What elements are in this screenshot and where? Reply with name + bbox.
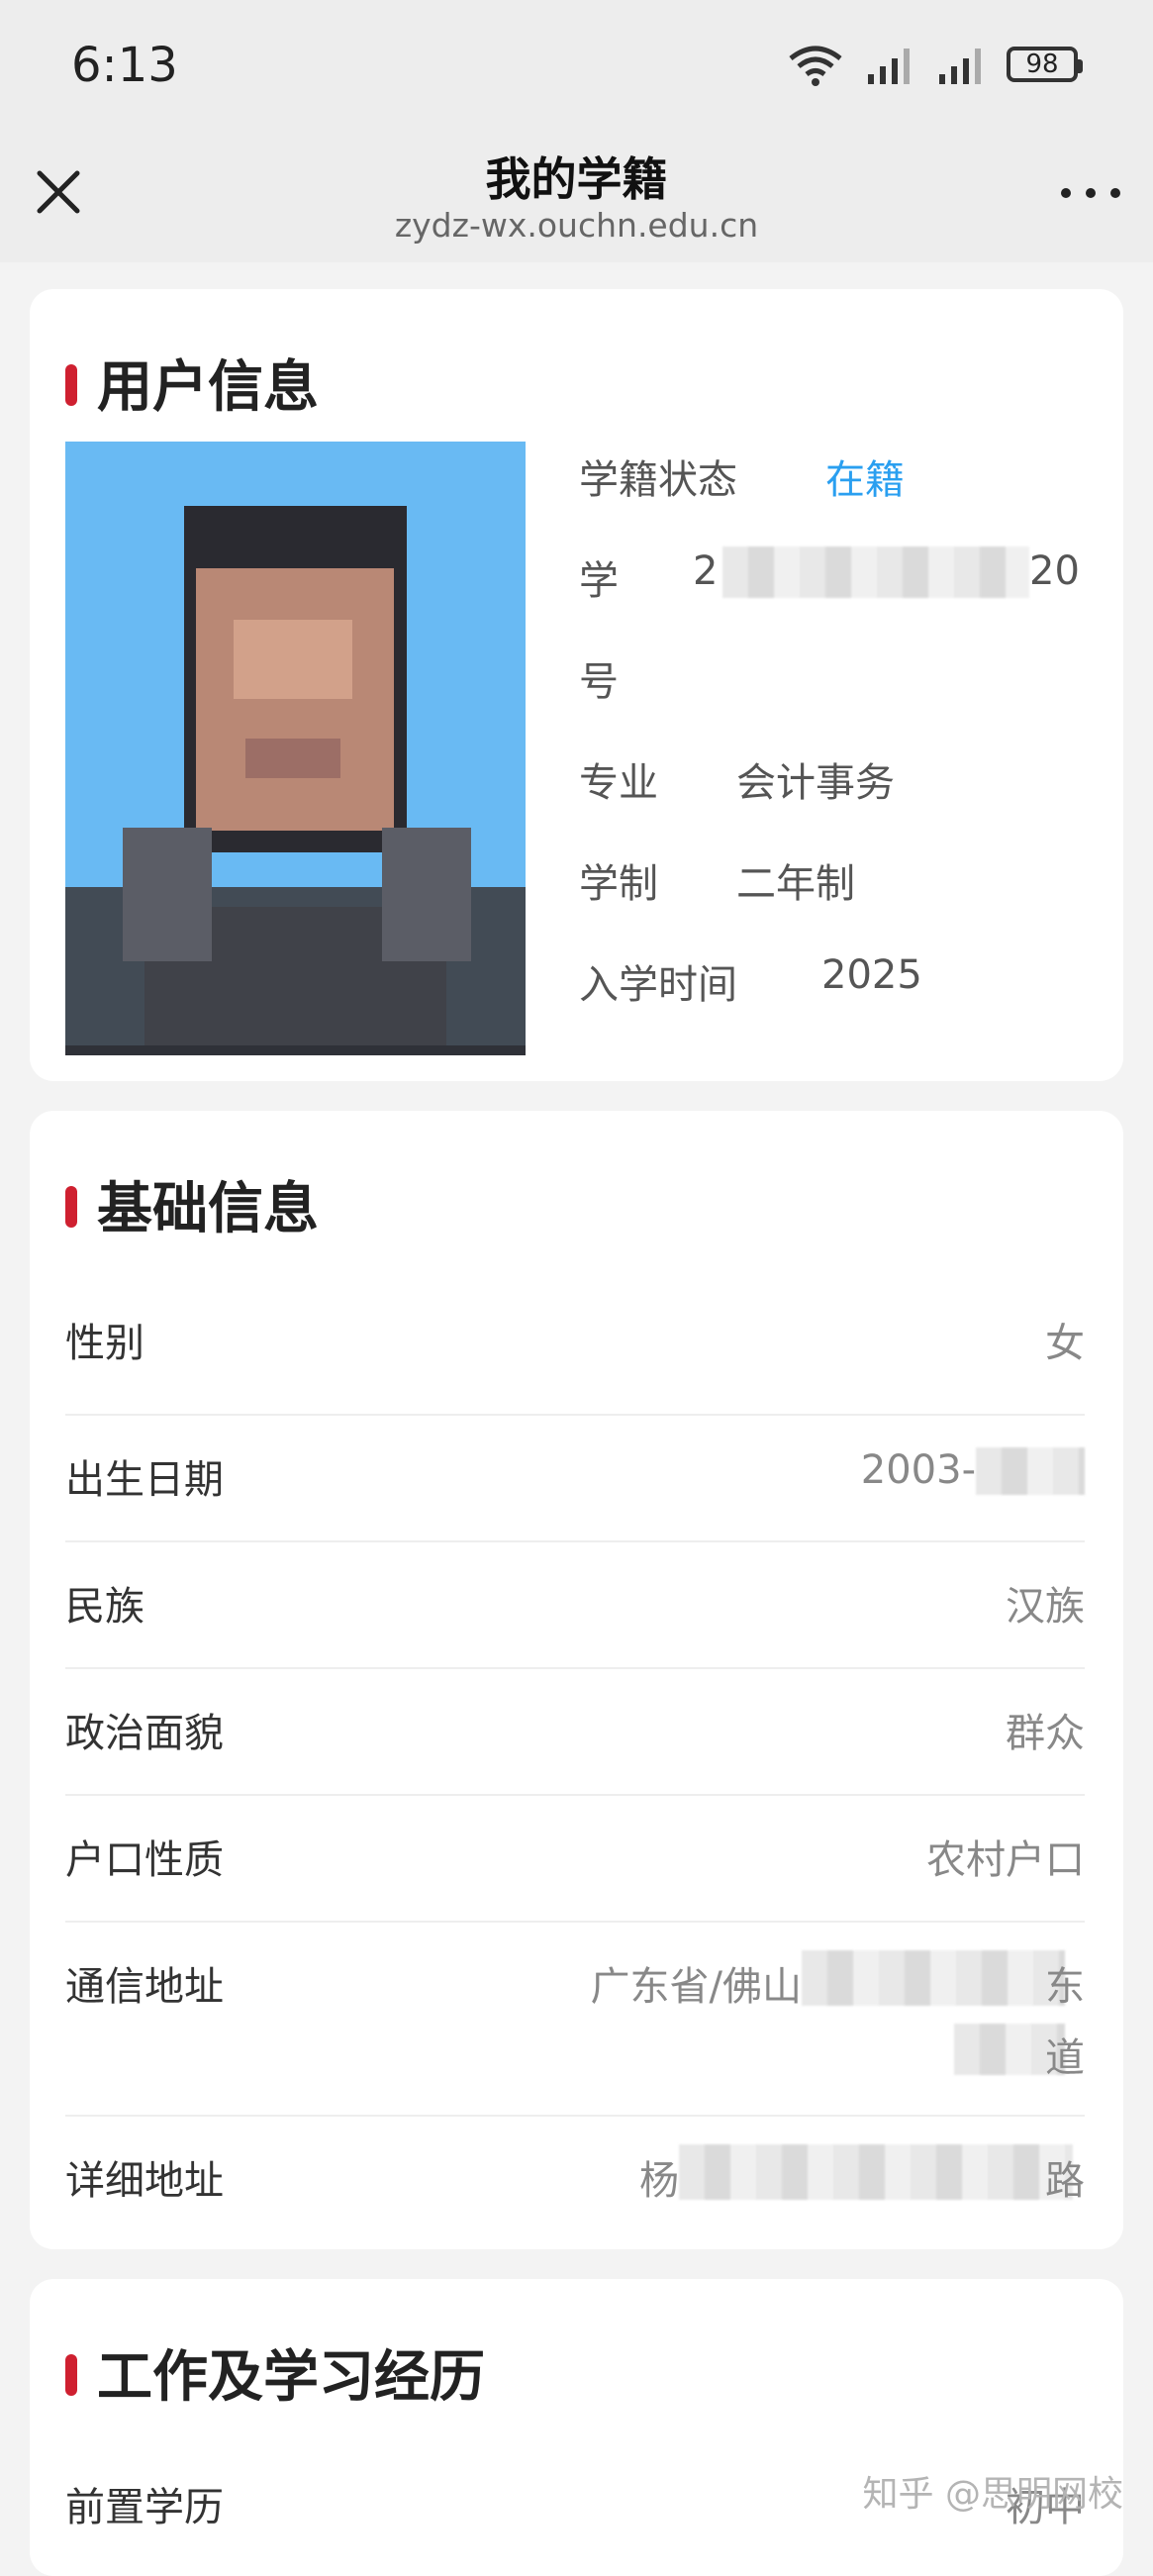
page-url: zydz-wx.ouchn.edu.cn <box>394 206 759 245</box>
basic-row-gender: 性别 女 <box>65 1289 1085 1416</box>
info-label-student-id: 学 <box>579 558 619 604</box>
basic-value: 2003- <box>860 1447 976 1493</box>
basic-row-ethnicity: 民族 汉族 <box>65 1540 1085 1669</box>
section-title: 基础信息 <box>97 1177 319 1241</box>
info-value-duration: 二年制 <box>736 861 855 907</box>
info-value-student-id-prefix: 2 <box>693 548 719 594</box>
redaction-mosaic <box>722 546 1029 598</box>
info-label-major: 专业 <box>579 760 658 806</box>
more-icon[interactable] <box>1056 173 1125 213</box>
status-time: 6:13 <box>71 38 178 93</box>
info-value-student-id-suffix: 20 <box>1029 548 1080 594</box>
basic-value-tail: 东 <box>1045 1964 1085 2010</box>
basic-value: 群众 <box>1006 1711 1085 1756</box>
section-title: 用户信息 <box>97 355 319 420</box>
basic-value: 杨 <box>639 2158 679 2204</box>
info-value-enroll-date: 2025 <box>821 952 922 998</box>
work-study-card: 工作及学习经历 前置学历 初中 <box>30 2279 1123 2576</box>
info-label-enroll-date: 入学时间 <box>579 962 737 1008</box>
signal-icon <box>868 49 910 84</box>
info-label-student-id-line2: 号 <box>579 659 619 705</box>
basic-value: 女 <box>1045 1321 1085 1366</box>
basic-info-card: 基础信息 性别 女 出生日期 2003- 民族 汉族 政治面貌 群众 户口性质 … <box>30 1111 1123 2249</box>
status-bar: 6:13 98 <box>0 0 1153 134</box>
redaction-mosaic <box>976 1447 1085 1495</box>
basic-value: 广东省/佛山 <box>590 1964 802 2010</box>
basic-label: 出生日期 <box>65 1457 224 1503</box>
basic-value-tail: 路 <box>1045 2158 1085 2204</box>
section-marker <box>65 1186 77 1228</box>
basic-value: 汉族 <box>1006 1584 1085 1630</box>
basic-label: 户口性质 <box>65 1837 224 1883</box>
status-icons: 98 <box>787 40 1083 89</box>
info-label-duration: 学制 <box>579 861 658 907</box>
info-value-major: 会计事务 <box>736 760 895 806</box>
wifi-icon <box>789 46 842 86</box>
section-marker <box>65 364 77 406</box>
redaction-mosaic <box>802 1950 1065 2006</box>
basic-row-detailed-address: 详细地址 杨 路 <box>65 2115 1085 2226</box>
section-marker <box>65 2354 77 2396</box>
info-label-status: 学籍状态 <box>579 457 737 503</box>
redaction-mosaic <box>679 2144 1073 2200</box>
basic-label: 前置学历 <box>65 2485 224 2530</box>
basic-value: 农村户口 <box>926 1837 1085 1883</box>
basic-label: 性别 <box>65 1321 144 1366</box>
battery-icon: 98 <box>1007 47 1083 82</box>
basic-row-political-status: 政治面貌 群众 <box>65 1667 1085 1796</box>
info-value-status: 在籍 <box>825 457 905 503</box>
watermark: 知乎 @思明网校 <box>862 2474 1123 2515</box>
basic-label: 民族 <box>65 1584 144 1630</box>
basic-value-line2-tail: 道 <box>1045 2035 1085 2081</box>
basic-row-birth-date: 出生日期 2003- <box>65 1414 1085 1542</box>
basic-label: 详细地址 <box>65 2158 224 2204</box>
section-title: 工作及学习经历 <box>97 2345 485 2410</box>
user-info-card: 用户信息 学籍状态 在籍 学 2 20 号 专业 会计事务 学制 二年制 入学时… <box>30 289 1123 1081</box>
basic-row-mailing-address: 通信地址 广东省/佛山 东 道 <box>65 1921 1085 2117</box>
basic-label: 政治面貌 <box>65 1711 224 1756</box>
student-photo <box>65 442 526 1055</box>
page-title: 我的学籍 <box>485 152 668 206</box>
nav-bar: 我的学籍 zydz-wx.ouchn.edu.cn <box>0 134 1153 262</box>
basic-label: 通信地址 <box>65 1964 224 2010</box>
signal-icon <box>939 49 981 84</box>
basic-row-household-type: 户口性质 农村户口 <box>65 1794 1085 1923</box>
